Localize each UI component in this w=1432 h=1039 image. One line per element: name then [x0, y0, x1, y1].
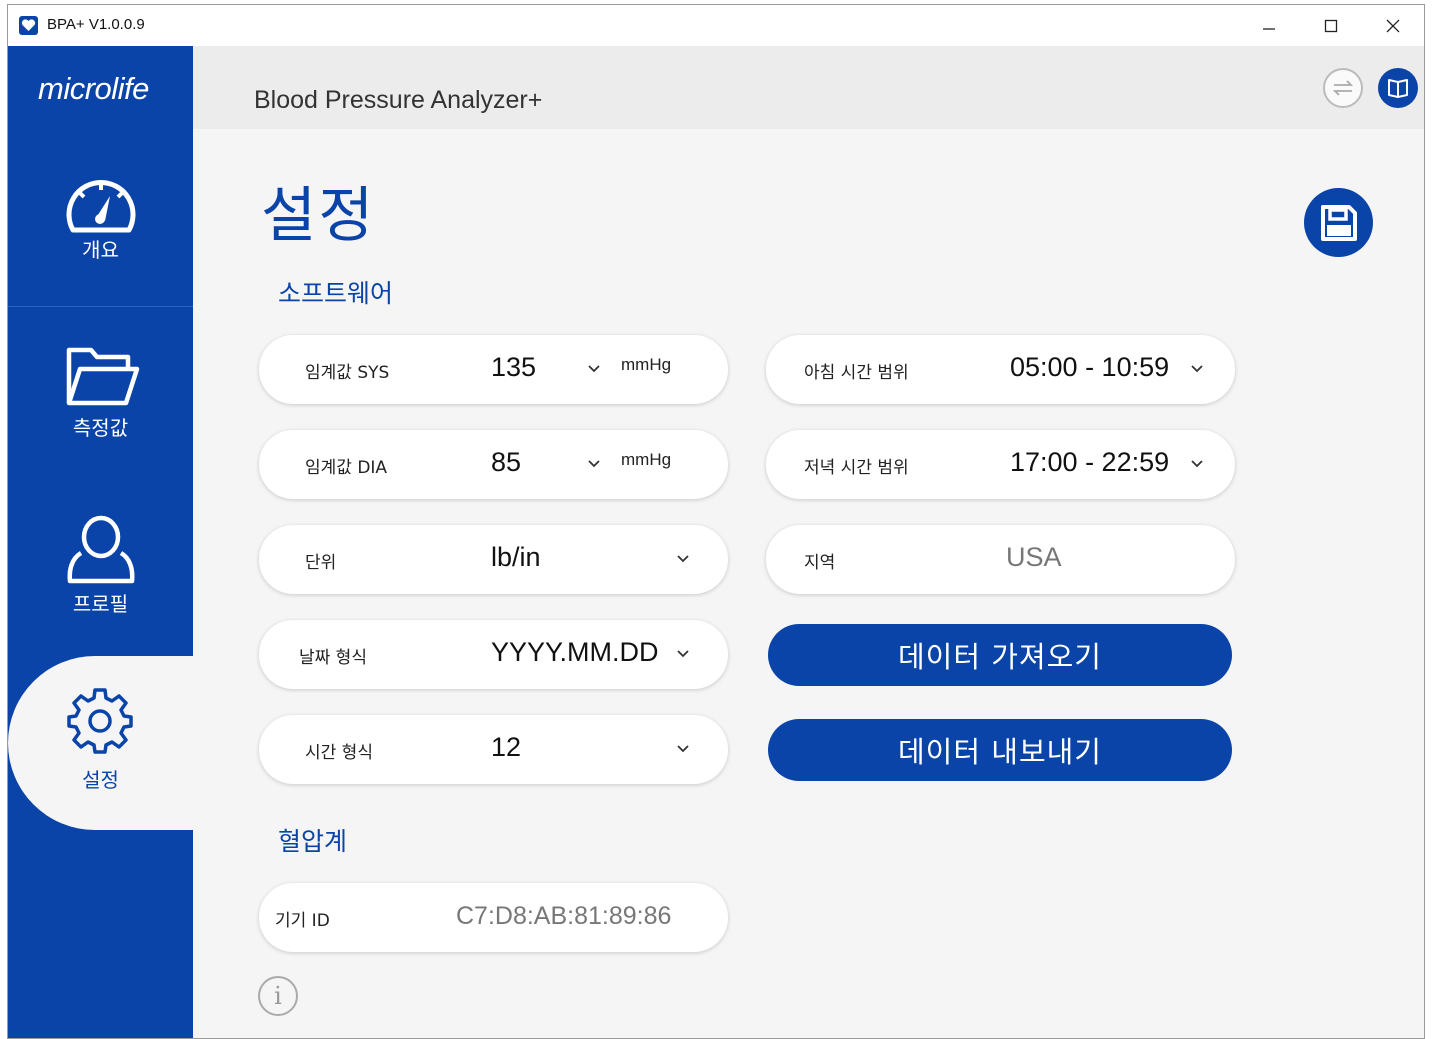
- field-value: 135: [491, 352, 537, 382]
- sidebar-item-settings[interactable]: 설정: [8, 656, 193, 830]
- sidebar-item-label: 측정값: [72, 416, 129, 440]
- minimize-icon: [1263, 27, 1275, 30]
- threshold-sys-select[interactable]: 임계값 SYS 135 mmHg: [259, 335, 728, 404]
- close-icon: [1386, 19, 1400, 32]
- region-field: 지역 USA: [766, 525, 1235, 594]
- sidebar-item-label: 설정: [82, 768, 119, 792]
- microlife-logo: microlife: [38, 71, 149, 106]
- sidebar: microlife 개요 측정값 프로필 설정: [8, 46, 193, 1038]
- minimize-button[interactable]: [1238, 5, 1300, 46]
- field-value: 17:00 - 22:59: [1010, 447, 1170, 477]
- title-bar: BPA+ V1.0.0.9: [8, 5, 1424, 46]
- sidebar-item-overview[interactable]: 개요: [8, 156, 193, 306]
- info-button[interactable]: i: [258, 976, 298, 1016]
- date-format-select[interactable]: 날짜 형식 YYYY.MM.DD: [259, 620, 728, 689]
- app-window: BPA+ V1.0.0.9 microlife 개요 측정값 프로필 설정 Bl…: [7, 4, 1425, 1039]
- evening-range-select[interactable]: 저녁 시간 범위 17:00 - 22:59: [766, 430, 1235, 499]
- speedometer-icon: [66, 180, 136, 233]
- chevron-down-icon: [677, 555, 689, 563]
- chevron-down-icon: [1191, 460, 1203, 468]
- field-value: C7:D8:AB:81:89:86: [456, 902, 672, 930]
- window-title: BPA+ V1.0.0.9: [47, 16, 145, 33]
- chevron-down-icon: [677, 745, 689, 753]
- morning-range-select[interactable]: 아침 시간 범위 05:00 - 10:59: [766, 335, 1235, 404]
- field-label: 기기 ID: [275, 911, 330, 931]
- close-button[interactable]: [1362, 5, 1424, 46]
- software-section-title: 소프트웨어: [278, 279, 394, 308]
- floppy-disk-icon: [1320, 204, 1357, 241]
- folder-icon: [66, 347, 140, 406]
- sidebar-item-label: 개요: [82, 238, 119, 262]
- field-unit: mmHg: [621, 355, 672, 374]
- page-title: 설정: [261, 181, 376, 251]
- threshold-dia-select[interactable]: 임계값 DIA 85 mmHg: [259, 430, 728, 499]
- field-label: 단위: [305, 553, 337, 573]
- header: Blood Pressure Analyzer+: [193, 46, 1424, 129]
- maximize-icon: [1324, 19, 1338, 32]
- field-label: 임계값 SYS: [305, 363, 390, 383]
- field-value: YYYY.MM.DD: [491, 637, 659, 667]
- user-icon: [67, 515, 135, 584]
- import-data-button[interactable]: 데이터 가져오기: [768, 624, 1232, 686]
- swap-arrows-icon: [1332, 80, 1354, 96]
- field-label: 날짜 형식: [299, 648, 367, 668]
- field-value: USA: [1006, 542, 1062, 572]
- info-icon: i: [274, 982, 282, 1010]
- chevron-down-icon: [677, 650, 689, 658]
- book-icon: [1388, 79, 1408, 98]
- field-value: 12: [491, 732, 522, 762]
- chevron-down-icon: [1191, 365, 1203, 373]
- field-label: 시간 형식: [305, 743, 373, 763]
- field-label: 임계값 DIA: [305, 458, 388, 478]
- export-data-button[interactable]: 데이터 내보내기: [768, 719, 1232, 781]
- field-label: 지역: [804, 553, 836, 573]
- gear-icon: [67, 688, 133, 754]
- unit-select[interactable]: 단위 lb/in: [259, 525, 728, 594]
- app-name: Blood Pressure Analyzer+: [254, 86, 543, 114]
- field-label: 아침 시간 범위: [804, 363, 909, 383]
- chevron-down-icon: [588, 460, 600, 468]
- sync-button[interactable]: [1323, 68, 1363, 108]
- field-unit: mmHg: [621, 450, 672, 469]
- field-label: 저녁 시간 범위: [804, 458, 909, 478]
- app-heart-icon: [19, 16, 38, 35]
- device-section-title: 혈압계: [278, 827, 348, 856]
- device-id-field: 기기 ID C7:D8:AB:81:89:86: [259, 883, 728, 952]
- field-value: 05:00 - 10:59: [1010, 352, 1170, 382]
- sidebar-item-profile[interactable]: 프로필: [8, 482, 193, 652]
- save-button[interactable]: [1304, 188, 1373, 257]
- sidebar-item-label: 프로필: [72, 592, 129, 616]
- manual-button[interactable]: [1378, 68, 1418, 108]
- sidebar-item-measurements[interactable]: 측정값: [8, 307, 193, 482]
- time-format-select[interactable]: 시간 형식 12: [259, 715, 728, 784]
- field-value: lb/in: [491, 542, 541, 572]
- field-value: 85: [491, 447, 522, 477]
- chevron-down-icon: [588, 365, 600, 373]
- maximize-button[interactable]: [1300, 5, 1362, 46]
